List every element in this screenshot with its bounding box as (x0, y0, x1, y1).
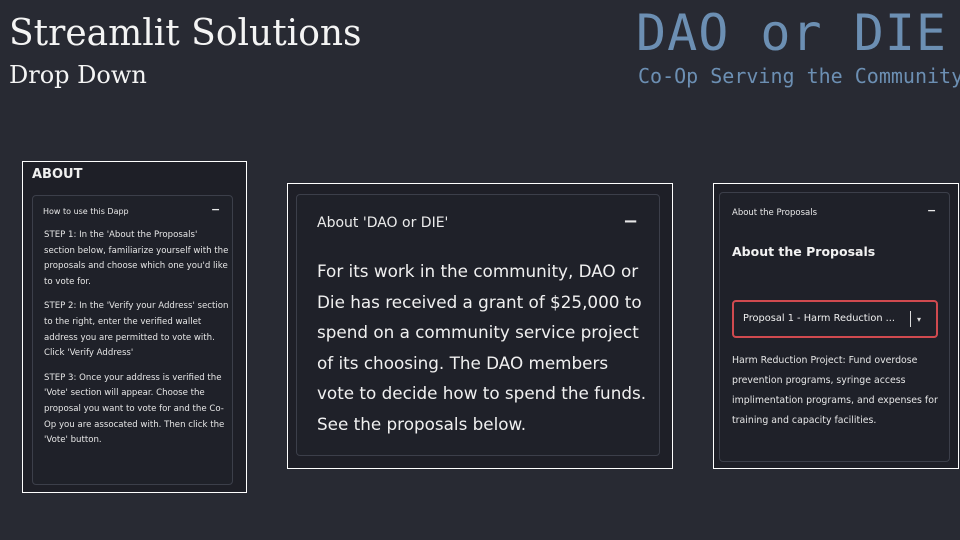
step-1-text: STEP 1: In the 'About the Proposals' sec… (44, 230, 229, 287)
about-sidebar-screenshot: ABOUT How to use this Dapp − STEP 1: In … (22, 161, 247, 493)
proposal-dropdown-value[interactable]: Proposal 1 - Harm Reduction ... (743, 313, 895, 324)
collapse-icon[interactable]: − (927, 204, 936, 217)
chevron-down-icon[interactable]: ▾ (917, 315, 921, 324)
dropdown-separator (910, 311, 911, 327)
about-proposals-expander-label[interactable]: About the Proposals (732, 208, 817, 218)
logo-wordmark: DAO or DIE (636, 4, 948, 62)
about-dao-expander-label[interactable]: About 'DAO or DIE' (317, 215, 448, 231)
about-proposals-screenshot: About the Proposals − About the Proposal… (713, 183, 959, 469)
about-heading: ABOUT (32, 167, 83, 182)
proposals-title: About the Proposals (732, 244, 876, 259)
slide-subtitle: Drop Down (9, 61, 147, 89)
proposal-dropdown[interactable]: Proposal 1 - Harm Reduction ... ▾ (732, 300, 938, 338)
dao-or-die-logo: DAO or DIE Co-Op Serving the Community (636, 4, 960, 90)
step-2-text: STEP 2: In the 'Verify your Address' sec… (44, 301, 229, 359)
steps-list: STEP 1: In the 'About the Proposals' sec… (44, 228, 230, 458)
proposal-description: Harm Reduction Project: Fund overdose pr… (732, 355, 938, 426)
collapse-icon[interactable]: − (623, 211, 638, 232)
collapse-icon[interactable]: − (211, 203, 220, 216)
how-to-use-expander[interactable]: How to use this Dapp − STEP 1: In the 'A… (32, 195, 233, 485)
about-proposals-expander[interactable]: About the Proposals − About the Proposal… (719, 192, 950, 462)
step-3-text: STEP 3: Once your address is verified th… (44, 372, 225, 446)
about-dao-expander[interactable]: About 'DAO or DIE' − For its work in the… (296, 194, 660, 456)
about-dao-screenshot: About 'DAO or DIE' − For its work in the… (287, 183, 673, 469)
slide-title: Streamlit Solutions (9, 13, 362, 54)
how-to-use-expander-label[interactable]: How to use this Dapp (43, 207, 129, 216)
logo-tagline: Co-Op Serving the Community (638, 64, 960, 88)
about-dao-text: For its work in the community, DAO or Di… (317, 261, 647, 434)
